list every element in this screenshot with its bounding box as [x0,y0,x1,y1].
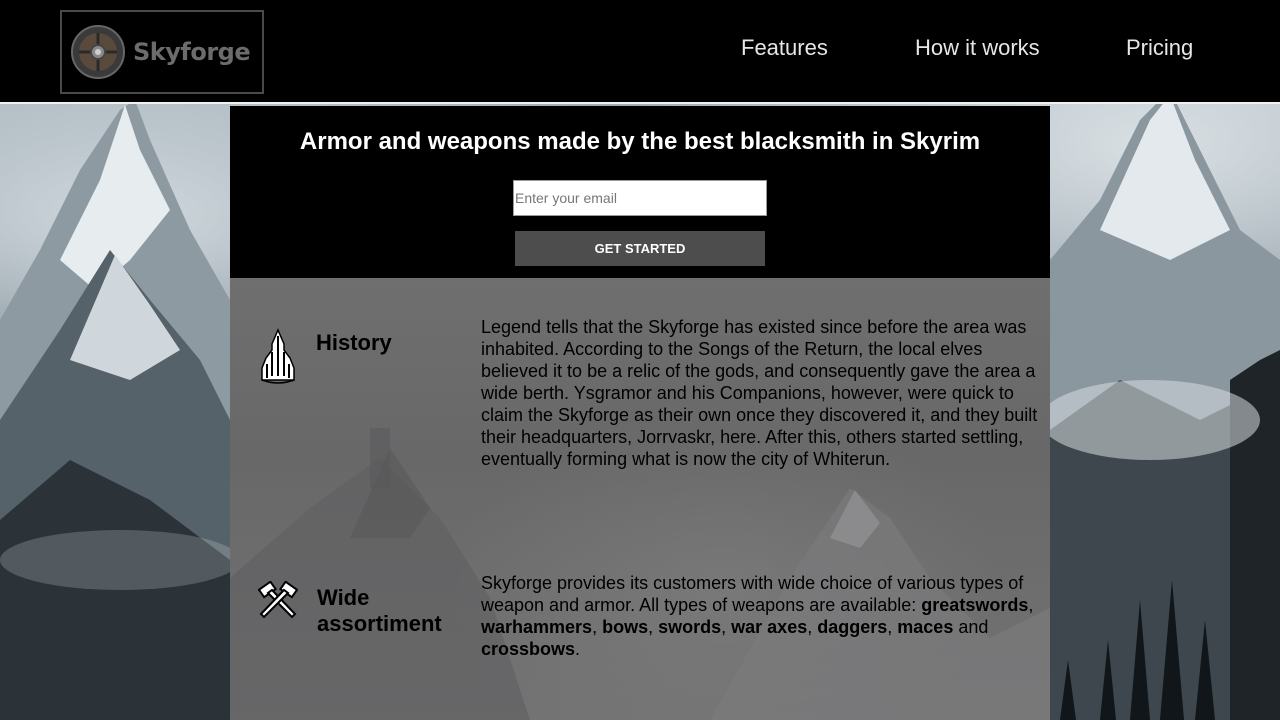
weapon-type: crossbows [481,639,576,659]
weapon-type: greatswords [921,595,1029,615]
logo-text: Skyforge [133,38,251,66]
nav-link-how-it-works[interactable]: How it works [915,35,1040,61]
weapon-type: daggers [817,617,888,637]
weapon-type: warhammers [481,617,593,637]
logo[interactable]: Skyforge [60,10,264,94]
nav-link-features[interactable]: Features [741,35,828,61]
weapon-type: swords [658,617,722,637]
get-started-button[interactable]: GET STARTED [515,231,765,266]
weapon-type: maces [897,617,954,637]
features-panel: History Legend tells that the Skyforge h… [230,278,1050,720]
shield-logo-icon [71,25,125,79]
feature-title: Wide assortiment [317,585,442,636]
feature-description: Legend tells that the Skyforge has exist… [481,317,1038,469]
site-header: Skyforge Features How it works Pricing [0,0,1280,104]
castle-icon [261,328,295,384]
feature-title: History [316,330,392,355]
weapon-type: war axes [731,617,808,637]
hero-title: Armor and weapons made by the best black… [299,128,981,155]
nav-link-pricing[interactable]: Pricing [1126,35,1193,61]
crossed-hammers-icon [258,581,298,619]
weapon-type: bows [602,617,649,637]
feature-description: Skyforge provides its customers with wid… [481,572,1050,660]
hero-section: Armor and weapons made by the best black… [230,106,1050,278]
email-input[interactable] [513,180,767,216]
